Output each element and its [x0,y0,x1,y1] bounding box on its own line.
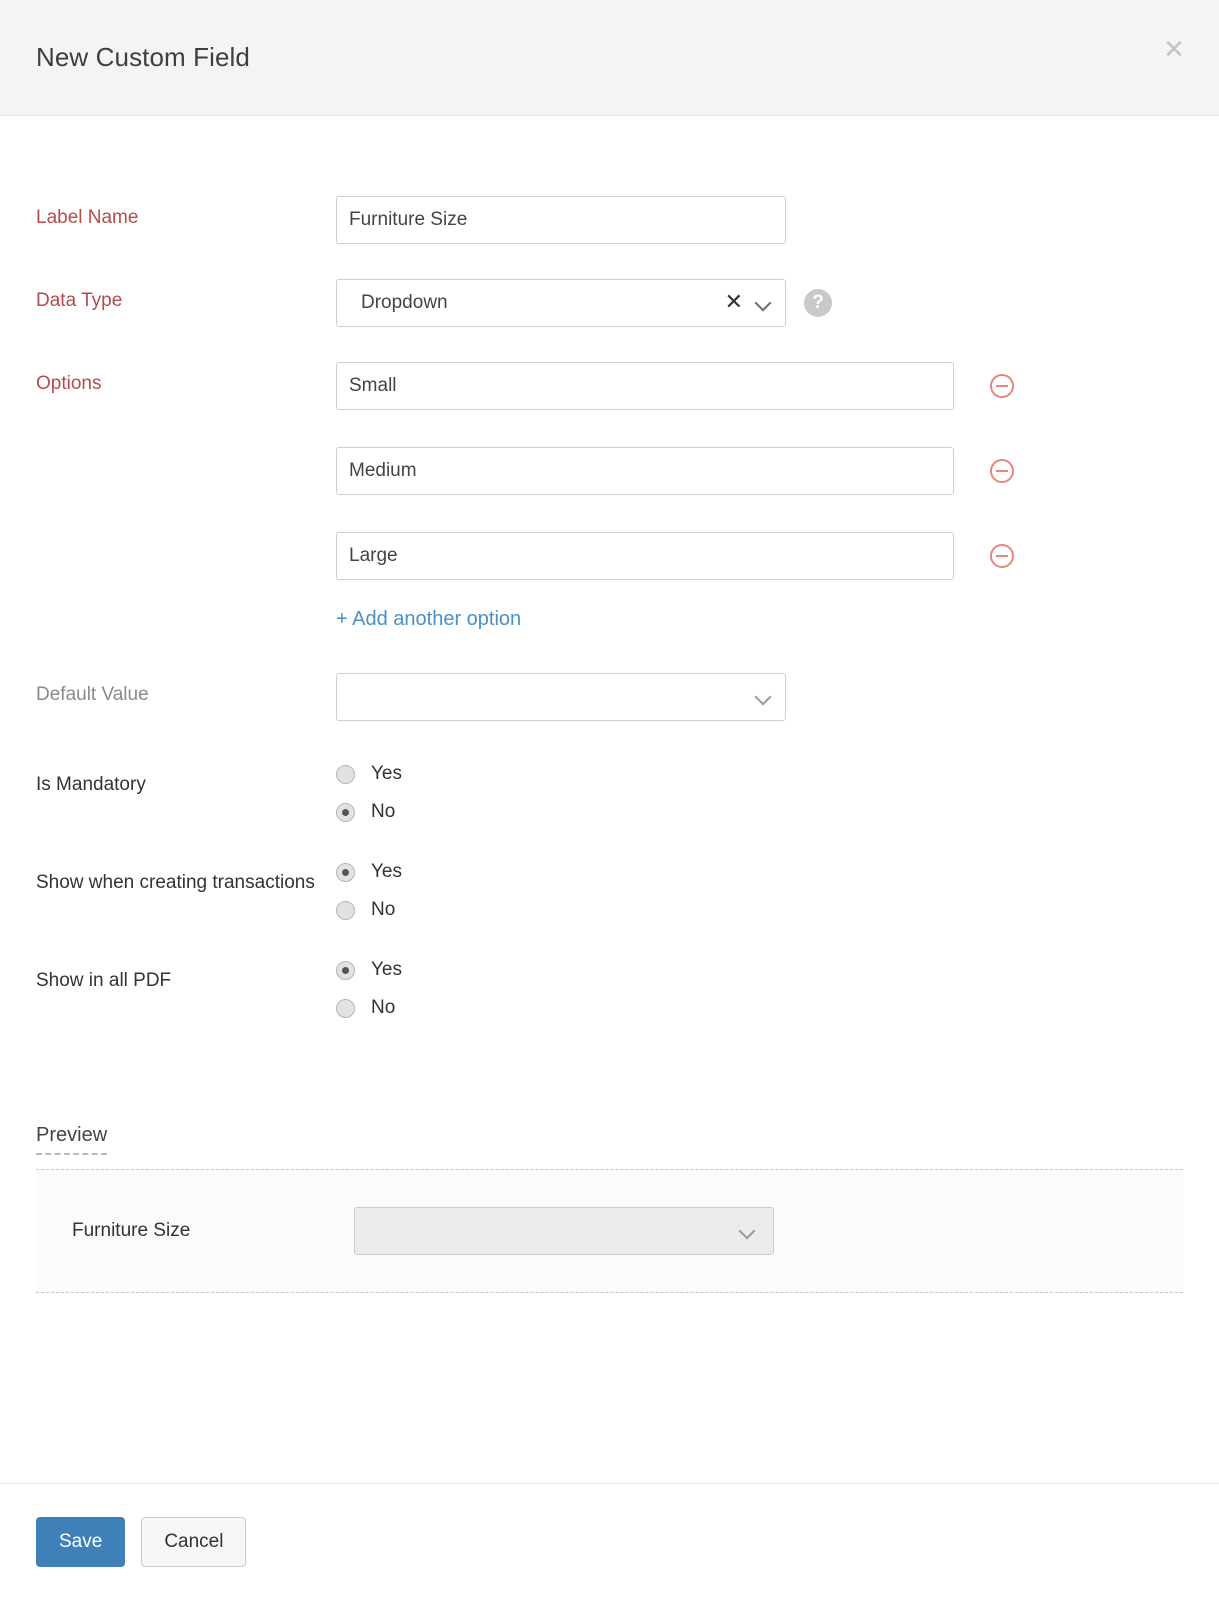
chevron-down-icon [755,689,771,705]
show-in-pdf-control: Yes No [336,959,1183,1019]
default-value-control [336,673,1183,721]
help-icon[interactable]: ? [804,289,832,317]
preview-field-label: Furniture Size [72,1220,354,1242]
preview-section: Preview Furniture Size [36,1124,1183,1293]
radio-label: Yes [371,763,402,785]
data-type-label: Data Type [36,279,336,314]
radio-icon [336,999,355,1018]
is-mandatory-radio-no[interactable]: No [336,801,1183,823]
show-when-creating-control: Yes No [336,861,1183,921]
show-in-pdf-radio-yes[interactable]: Yes [336,959,1183,981]
dialog-body: Label Name Data Type Dropdown ✕ ? Option… [0,196,1219,1483]
show-when-creating-radio-yes[interactable]: Yes [336,861,1183,883]
radio-icon [336,901,355,920]
radio-label: Yes [371,959,402,981]
preview-panel: Furniture Size [36,1169,1183,1293]
radio-label: Yes [371,861,402,883]
is-mandatory-radio-yes[interactable]: Yes [336,763,1183,785]
options-label: Options [36,362,336,397]
option-input-0[interactable] [336,362,954,410]
row-label-name: Label Name [36,196,1183,244]
chevron-down-icon [739,1223,755,1239]
preview-heading: Preview [36,1124,107,1155]
close-icon[interactable]: ✕ [1159,36,1189,66]
show-in-pdf-radio-group: Yes No [336,959,1183,1019]
radio-icon-selected [336,961,355,980]
data-type-select[interactable]: Dropdown ✕ [336,279,786,327]
radio-icon [336,765,355,784]
radio-label: No [371,899,395,921]
is-mandatory-label: Is Mandatory [36,763,336,798]
save-button[interactable]: Save [36,1517,125,1567]
option-input-1[interactable] [336,447,954,495]
label-name-input[interactable] [336,196,786,244]
is-mandatory-radio-group: Yes No [336,763,1183,823]
row-default-value: Default Value [36,673,1183,721]
remove-option-icon[interactable] [990,459,1014,483]
radio-label: No [371,801,395,823]
chevron-down-icon [755,295,771,311]
preview-field-select [354,1207,774,1255]
add-another-option-link[interactable]: + Add another option [336,608,521,631]
option-row [336,362,1183,410]
default-value-select[interactable] [336,673,786,721]
data-type-control: Dropdown ✕ ? [336,279,1183,327]
data-type-value: Dropdown [361,292,725,314]
row-data-type: Data Type Dropdown ✕ ? [36,279,1183,327]
show-when-creating-label: Show when creating transactions [36,861,326,896]
option-row [336,532,1183,580]
dialog-title: New Custom Field [36,42,250,73]
remove-option-icon[interactable] [990,374,1014,398]
row-options: Options + Add another option [36,362,1183,631]
row-show-when-creating: Show when creating transactions Yes No [36,861,1183,921]
radio-icon-selected [336,803,355,822]
option-input-2[interactable] [336,532,954,580]
dialog-footer: Save Cancel [0,1483,1219,1600]
show-in-pdf-label: Show in all PDF [36,959,336,994]
cancel-button[interactable]: Cancel [141,1517,246,1567]
row-show-in-pdf: Show in all PDF Yes No [36,959,1183,1019]
row-is-mandatory: Is Mandatory Yes No [36,763,1183,823]
clear-icon[interactable]: ✕ [725,292,743,314]
options-control: + Add another option [336,362,1183,631]
dialog-header: New Custom Field ✕ [0,0,1219,116]
default-value-label: Default Value [36,673,336,708]
label-name-label: Label Name [36,196,336,231]
option-row [336,447,1183,495]
radio-label: No [371,997,395,1019]
show-when-creating-radio-no[interactable]: No [336,899,1183,921]
remove-option-icon[interactable] [990,544,1014,568]
label-name-control [336,196,1183,244]
show-when-creating-radio-group: Yes No [336,861,1183,921]
is-mandatory-control: Yes No [336,763,1183,823]
show-in-pdf-radio-no[interactable]: No [336,997,1183,1019]
radio-icon-selected [336,863,355,882]
